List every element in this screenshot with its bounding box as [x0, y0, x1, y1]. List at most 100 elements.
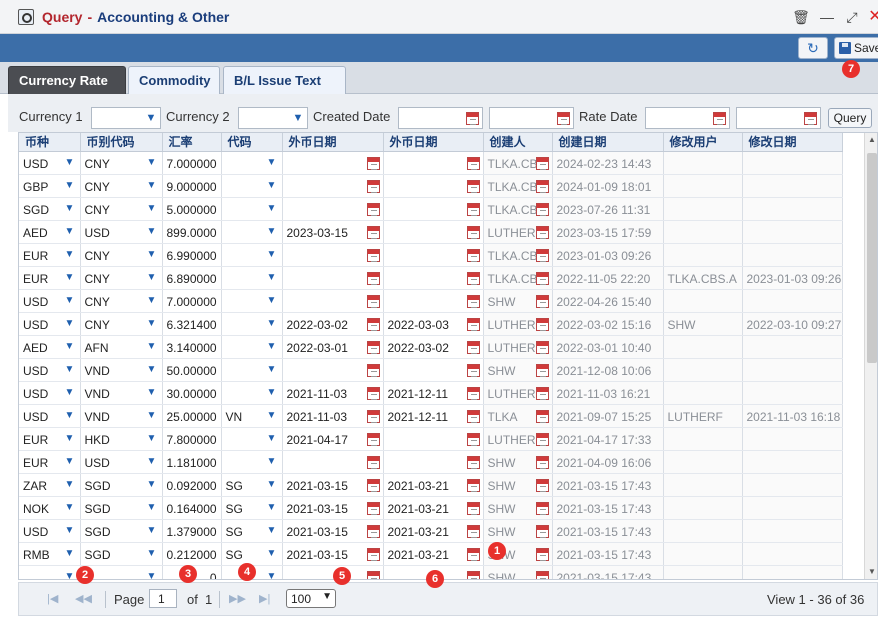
cell-rate[interactable]: 1.181000: [162, 450, 222, 474]
chevron-down-icon[interactable]: ▼: [144, 270, 160, 286]
cell-rate[interactable]: 0.092000: [162, 473, 222, 497]
table-row[interactable]: USD ▼ VND ▼ 25.00000 VN ▼ 2021-11-03 2021-12-11 T…: [19, 404, 843, 428]
cell-date-to[interactable]: 2021-03-21: [383, 496, 484, 520]
cell-date-from[interactable]: [282, 358, 384, 382]
calendar-icon[interactable]: [466, 363, 480, 377]
table-row[interactable]: EUR ▼ HKD ▼ 7.800000 ▼ 2021-04-17 LUTHERF 2021-0…: [19, 427, 843, 451]
calendar-icon[interactable]: [535, 294, 549, 308]
calendar-icon[interactable]: [466, 340, 480, 354]
calendar-icon[interactable]: [466, 547, 480, 561]
chevron-down-icon[interactable]: ▼: [62, 500, 78, 516]
chevron-down-icon[interactable]: ▼: [264, 201, 280, 217]
cell-code[interactable]: SG ▼: [221, 542, 283, 566]
rate-date-to-input[interactable]: [736, 107, 821, 129]
calendar-icon[interactable]: [466, 386, 480, 400]
cell-currency[interactable]: USD ▼: [19, 289, 81, 313]
cell-code[interactable]: ▼: [221, 151, 283, 175]
cell-currency[interactable]: EUR ▼: [19, 243, 81, 267]
chevron-down-icon[interactable]: ▼: [264, 224, 280, 240]
cell-date-from[interactable]: 2021-03-15: [282, 496, 384, 520]
table-row[interactable]: RMB▼SGD▼0.212000SG▼2021-03-152021-03-21S…: [19, 542, 843, 566]
table-row[interactable]: GBP ▼ CNY ▼ 9.000000 ▼ TLKA.CBS 2024-01-09 18:0…: [19, 174, 843, 198]
calendar-icon[interactable]: [466, 478, 480, 492]
calendar-icon[interactable]: [366, 363, 380, 377]
cell-date-to[interactable]: [383, 174, 484, 198]
cell-currency[interactable]: USD ▼: [19, 519, 81, 543]
cell-date-from[interactable]: 2022-03-02: [282, 312, 384, 336]
chevron-down-icon[interactable]: ▼: [144, 454, 160, 470]
calendar-icon[interactable]: [535, 179, 549, 193]
calendar-icon[interactable]: [466, 202, 480, 216]
tab-bl-issue-text[interactable]: B/L Issue Text: [223, 66, 346, 94]
chevron-down-icon[interactable]: ▼: [62, 523, 78, 539]
calendar-icon[interactable]: [366, 248, 380, 262]
calendar-icon[interactable]: [366, 202, 380, 216]
cell-date-to[interactable]: 2022-03-03: [383, 312, 484, 336]
cell-currency-code[interactable]: SGD ▼: [80, 519, 163, 543]
calendar-icon[interactable]: [366, 294, 380, 308]
chevron-down-icon[interactable]: ▼: [62, 247, 78, 263]
calendar-icon[interactable]: [535, 455, 549, 469]
cell-currency[interactable]: USD ▼: [19, 312, 81, 336]
chevron-down-icon[interactable]: ▼: [62, 408, 78, 424]
prev-page-icon[interactable]: ◀◀: [75, 592, 92, 605]
calendar-icon[interactable]: [366, 317, 380, 331]
cell-currency[interactable]: SGD ▼: [19, 197, 81, 221]
cell-date-to[interactable]: 2021-12-11: [383, 404, 484, 428]
calendar-icon[interactable]: [535, 409, 549, 423]
cell-rate[interactable]: 5.000000: [162, 197, 222, 221]
chevron-down-icon[interactable]: ▼: [144, 569, 160, 580]
calendar-icon[interactable]: [535, 524, 549, 538]
chevron-down-icon[interactable]: ▼: [144, 500, 160, 516]
calendar-icon[interactable]: [366, 340, 380, 354]
cell-rate[interactable]: 899.0000: [162, 220, 222, 244]
cell-date-from[interactable]: 2023-03-15: [282, 220, 384, 244]
page-size-select[interactable]: 100 ▼: [286, 589, 336, 608]
cell-date-from[interactable]: 2021-04-17: [282, 427, 384, 451]
chevron-down-icon[interactable]: ▼: [264, 293, 280, 309]
col-header-modified-date[interactable]: 修改日期: [742, 133, 843, 152]
last-page-icon[interactable]: ▶|: [259, 592, 270, 605]
cell-date-to[interactable]: 2022-03-02: [383, 335, 484, 359]
cell-rate[interactable]: 9.000000: [162, 174, 222, 198]
chevron-down-icon[interactable]: ▼: [264, 155, 280, 171]
calendar-icon[interactable]: [466, 524, 480, 538]
table-row[interactable]: ZAR ▼ SGD ▼ 0.092000 SG ▼ 2021-03-15 2021-03-21 S…: [19, 473, 843, 497]
table-row[interactable]: AED ▼ USD ▼ 899.0000 ▼ 2023-03-15 LUTHERF 2023-0…: [19, 220, 843, 244]
cell-currency[interactable]: ZAR ▼: [19, 473, 81, 497]
calendar-icon[interactable]: [366, 478, 380, 492]
col-header-date-from[interactable]: 外币日期: [282, 133, 384, 152]
calendar-icon[interactable]: [535, 363, 549, 377]
calendar-icon[interactable]: [366, 156, 380, 170]
chevron-down-icon[interactable]: ▼: [144, 431, 160, 447]
calendar-icon[interactable]: [366, 524, 380, 538]
calendar-icon[interactable]: [557, 112, 570, 125]
cell-date-to[interactable]: 2021-12-11: [383, 381, 484, 405]
cell-code[interactable]: ▼: [221, 427, 283, 451]
cell-currency-code[interactable]: AFN ▼: [80, 335, 163, 359]
chevron-down-icon[interactable]: ▼: [264, 178, 280, 194]
calendar-icon[interactable]: [466, 156, 480, 170]
cell-code[interactable]: VN ▼: [221, 404, 283, 428]
calendar-icon[interactable]: [366, 179, 380, 193]
currency1-select[interactable]: ▼: [91, 107, 161, 129]
cell-date-to[interactable]: [383, 289, 484, 313]
cell-rate[interactable]: 6.990000: [162, 243, 222, 267]
cell-currency[interactable]: GBP ▼: [19, 174, 81, 198]
scroll-thumb[interactable]: [867, 153, 877, 363]
calendar-icon[interactable]: [535, 478, 549, 492]
chevron-down-icon[interactable]: ▼: [264, 569, 280, 580]
table-row[interactable]: USD ▼ CNY ▼ 7.000000 ▼ SHW 2022-04-26 15:40: [19, 289, 843, 313]
calendar-icon[interactable]: [535, 271, 549, 285]
cell-date-from[interactable]: 2021-11-03: [282, 404, 384, 428]
cell-currency-code[interactable]: SGD ▼: [80, 473, 163, 497]
chevron-down-icon[interactable]: ▼: [144, 201, 160, 217]
calendar-icon[interactable]: [466, 501, 480, 515]
cell-rate[interactable]: 0.212000: [162, 542, 222, 566]
chevron-down-icon[interactable]: ▼: [144, 339, 160, 355]
calendar-icon[interactable]: [366, 455, 380, 469]
chevron-down-icon[interactable]: ▼: [264, 477, 280, 493]
close-icon[interactable]: ✕: [866, 8, 878, 26]
cell-date-from[interactable]: [282, 243, 384, 267]
cell-date-to[interactable]: 2021-03-21: [383, 542, 484, 566]
